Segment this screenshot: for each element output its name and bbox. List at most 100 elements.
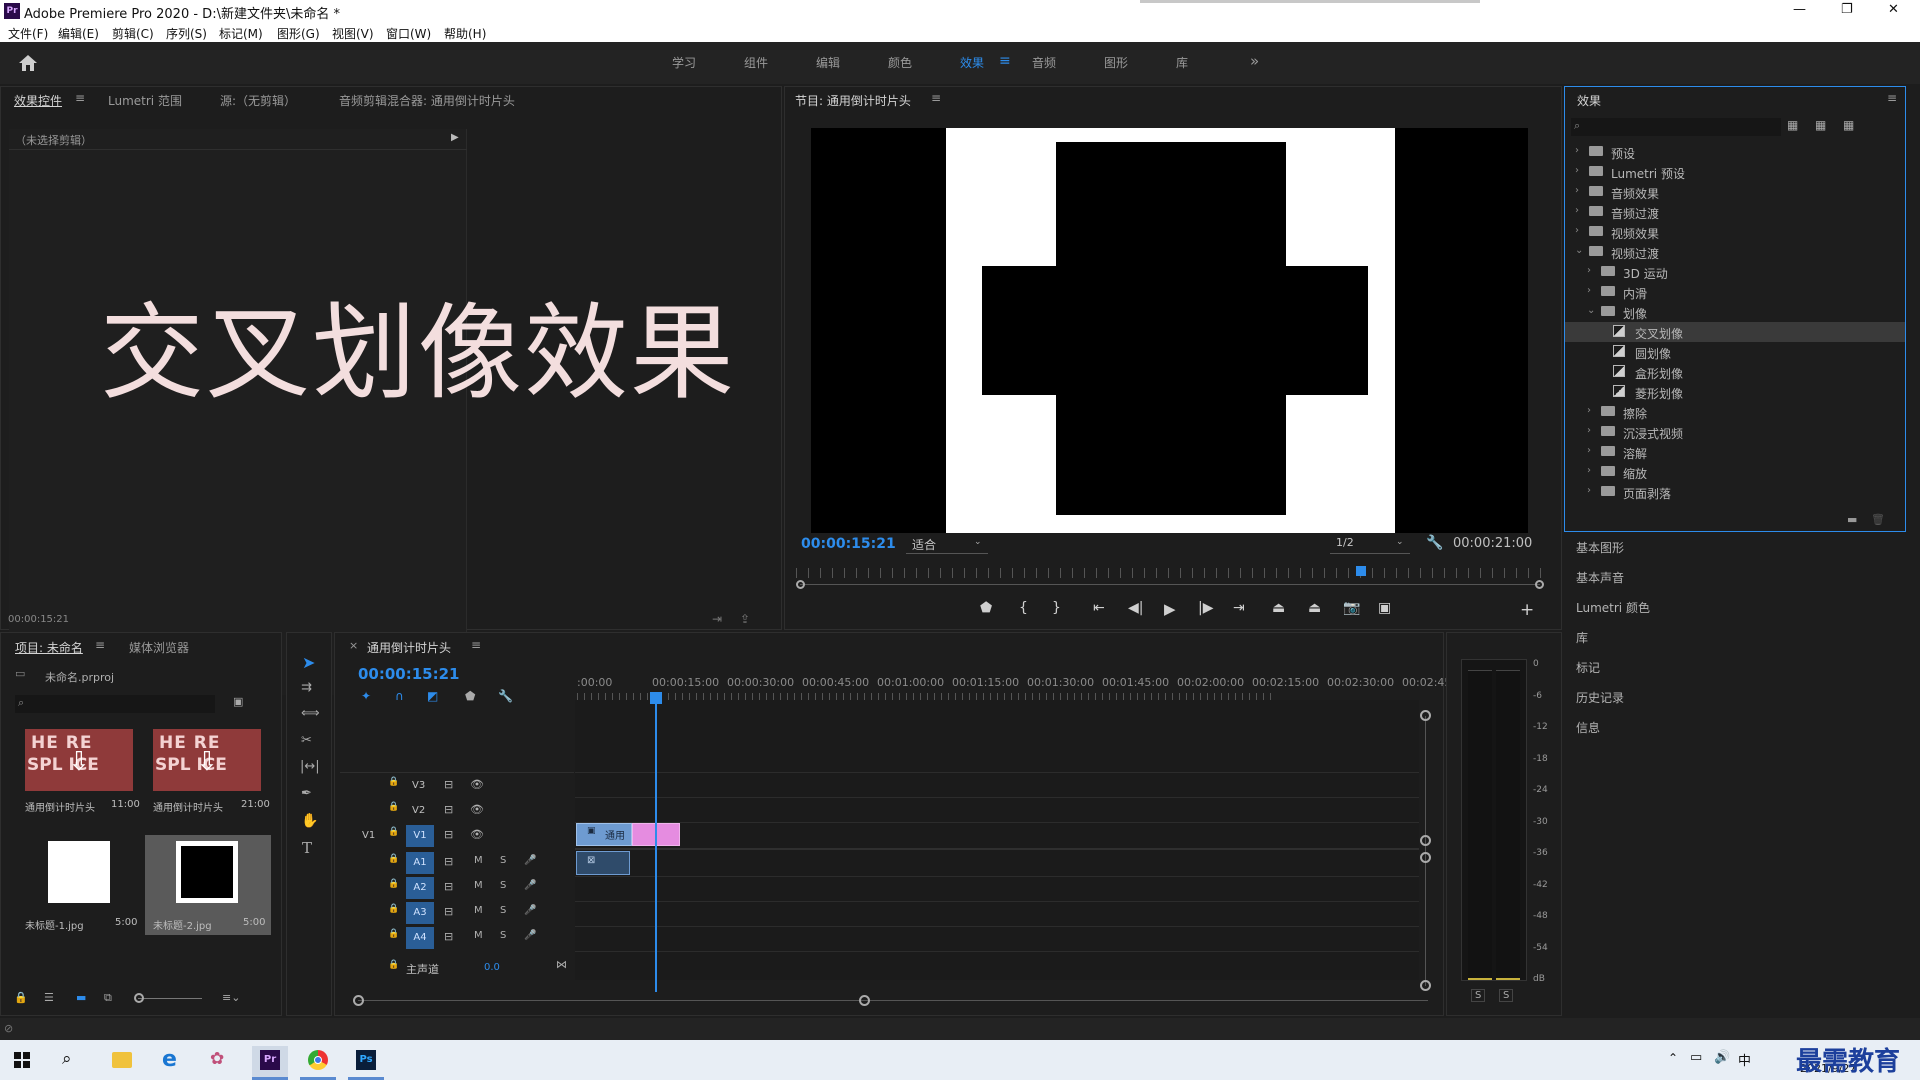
playhead-handle[interactable] (650, 692, 662, 704)
list-view-icon[interactable]: ☰ (44, 991, 54, 1004)
export-frame-icon[interactable]: ⇥ (712, 612, 722, 626)
sync-lock-icon[interactable]: ⊟ (444, 930, 453, 943)
step-back-icon[interactable]: ◀| (1128, 600, 1143, 616)
panel-history[interactable]: 历史记录 (1566, 682, 1906, 712)
ripple-edit-tool-icon[interactable]: ⟺ (301, 706, 320, 721)
zoom-handle-right[interactable] (1535, 580, 1544, 589)
sync-lock-icon[interactable]: ⊟ (444, 855, 453, 868)
taskbar-photoshop[interactable]: Ps (348, 1046, 384, 1080)
trash-icon[interactable]: 🗑 (1871, 513, 1885, 526)
lock-track-icon[interactable]: 🔒 (388, 802, 399, 812)
chevron-right-icon[interactable]: › (1587, 285, 1597, 297)
eye-icon[interactable]: 👁 (470, 778, 484, 791)
tab-media-browser[interactable]: 媒体浏览器 (129, 639, 189, 656)
pen-tool-icon[interactable]: ✒ (301, 786, 312, 801)
volume-icon[interactable]: 🔊 (1714, 1050, 1730, 1065)
timeline-v-scroll[interactable] (1425, 716, 1426, 986)
effect-folder[interactable]: › 擦除 (1565, 402, 1905, 422)
zoom-handle-left[interactable] (796, 580, 805, 589)
track-select-tool-icon[interactable]: ⇉ (301, 680, 312, 695)
slip-tool-icon[interactable]: |↔| (300, 759, 320, 774)
chevron-right-icon[interactable]: › (1575, 205, 1585, 217)
menu-marker[interactable]: 标记(M) (219, 25, 263, 42)
effect-folder[interactable]: › 溶解 (1565, 442, 1905, 462)
solo-button[interactable]: S (500, 880, 506, 891)
eye-icon[interactable]: 👁 (470, 803, 484, 816)
expand-arrow-icon[interactable]: ▶ (451, 132, 459, 143)
lock-icon[interactable]: 🔒 (14, 991, 28, 1004)
workspace-learn[interactable]: 学习 (672, 54, 696, 71)
chevron-right-icon[interactable]: › (1587, 465, 1597, 477)
menu-clip[interactable]: 剪辑(C) (112, 25, 154, 42)
home-icon[interactable] (18, 54, 38, 72)
timeline-title[interactable]: 通用倒计时片头 (367, 639, 451, 656)
scroll-handle-right[interactable] (859, 995, 870, 1006)
chevron-right-icon[interactable]: › (1587, 265, 1597, 277)
add-button-icon[interactable]: + (1520, 600, 1534, 620)
workspace-libraries[interactable]: 库 (1176, 54, 1188, 71)
sync-lock-icon[interactable]: ⊟ (444, 803, 453, 816)
master-volume-value[interactable]: 0.0 (484, 962, 500, 973)
track-target-v1[interactable]: V1 (406, 825, 434, 847)
close-button[interactable]: ✕ (1888, 2, 1899, 17)
effect-folder[interactable]: ⌄ 划像 (1565, 302, 1905, 322)
go-to-out-icon[interactable]: ⇥ (1233, 600, 1245, 616)
effect-folder[interactable]: › 内滑 (1565, 282, 1905, 302)
chevron-right-icon[interactable]: › (1575, 185, 1585, 197)
tab-audio-clip-mixer[interactable]: 音频剪辑混合器: 通用倒计时片头 (339, 92, 515, 109)
menu-file[interactable]: 文件(F) (8, 25, 48, 42)
workspace-color[interactable]: 颜色 (888, 54, 912, 71)
wrench-icon[interactable]: 🔧 (1426, 535, 1443, 551)
sync-lock-icon[interactable]: ⊟ (444, 905, 453, 918)
menu-sequence[interactable]: 序列(S) (166, 25, 207, 42)
program-video-frame[interactable] (811, 128, 1528, 533)
panel-menu-icon[interactable]: ≡ (471, 638, 481, 652)
panel-menu-icon[interactable]: ≡ (95, 638, 105, 652)
effect-folder[interactable]: › 视频效果 (1565, 222, 1905, 242)
voiceover-icon[interactable]: 🎤 (524, 855, 536, 866)
chevron-right-icon[interactable]: › (1575, 225, 1585, 237)
zoom-bar[interactable] (800, 584, 1540, 585)
32bit-effects-icon[interactable]: ▦ (1815, 118, 1826, 132)
v-scroll-handle[interactable] (1420, 980, 1431, 991)
panel-info[interactable]: 信息 (1566, 712, 1906, 742)
sync-lock-icon[interactable]: ⊟ (444, 880, 453, 893)
taskbar-premiere[interactable]: Pr (252, 1046, 288, 1080)
lock-track-icon[interactable]: 🔒 (388, 904, 399, 914)
zoom-slider-handle[interactable] (134, 993, 144, 1003)
workspace-assembly[interactable]: 组件 (744, 54, 768, 71)
tab-source[interactable]: 源:（无剪辑） (220, 92, 296, 109)
chevron-right-icon[interactable]: › (1587, 425, 1597, 437)
program-timecode[interactable]: 00:00:15:21 (801, 536, 896, 552)
hand-tool-icon[interactable]: ✋ (301, 813, 318, 829)
program-monitor-title[interactable]: 节目: 通用倒计时片头 (795, 92, 911, 109)
insert-sequence-icon[interactable]: ✦ (361, 689, 371, 703)
panel-markers[interactable]: 标记 (1566, 652, 1906, 682)
go-to-in-icon[interactable]: ⇤ (1093, 600, 1105, 616)
a1-clip-countdown[interactable]: ⊠ (576, 851, 630, 875)
project-search-input[interactable]: ⌕ (15, 695, 215, 713)
selection-tool-icon[interactable]: ➤ (302, 653, 315, 672)
add-marker-icon[interactable]: ⬟ (980, 600, 992, 616)
track-target-a1[interactable]: A1 (406, 852, 434, 874)
type-tool-icon[interactable]: T (302, 839, 312, 857)
menu-graphics[interactable]: 图形(G) (277, 25, 320, 42)
project-item-thumb[interactable] (48, 841, 110, 903)
track-target-a4[interactable]: A4 (406, 927, 434, 949)
timeline-h-scroll[interactable] (358, 1000, 1428, 1001)
chevron-down-icon[interactable]: ⌄ (1575, 245, 1585, 257)
solo-left-button[interactable]: S (1471, 989, 1486, 1002)
track-target-a2[interactable]: A2 (406, 877, 434, 899)
compare-view-icon[interactable]: ▣ (1378, 600, 1391, 616)
network-icon[interactable]: ▭ (1690, 1050, 1702, 1065)
yuv-effects-icon[interactable]: ▦ (1843, 118, 1854, 132)
windows-start-icon[interactable] (14, 1052, 30, 1068)
workspace-menu-icon[interactable]: ≡ (999, 53, 1011, 69)
workspace-editing[interactable]: 编辑 (816, 54, 840, 71)
panel-libraries[interactable]: 库 (1566, 622, 1906, 652)
sync-lock-icon[interactable]: ⊟ (444, 828, 453, 841)
effect-folder[interactable]: ⌄ 视频过渡 (1565, 242, 1905, 262)
menu-help[interactable]: 帮助(H) (444, 25, 486, 42)
effect-folder[interactable]: › 音频过渡 (1565, 202, 1905, 222)
app-icon[interactable]: ✿ (210, 1049, 224, 1069)
